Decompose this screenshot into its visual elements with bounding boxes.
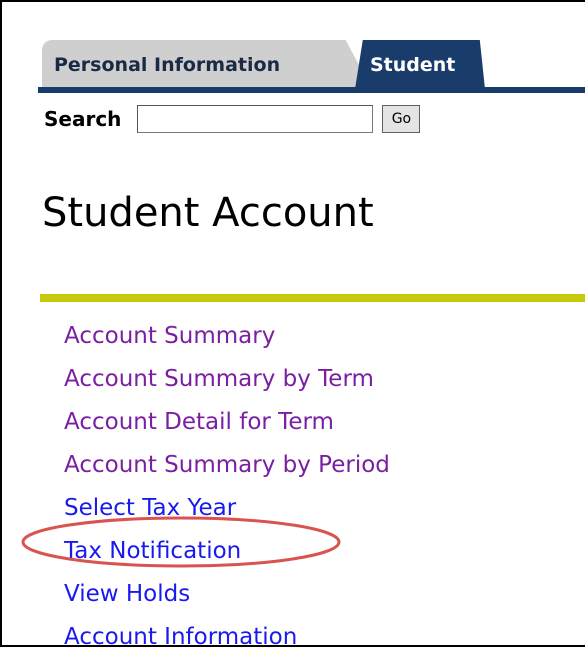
- link-view-holds[interactable]: View Holds: [64, 581, 190, 607]
- search-label: Search: [44, 107, 122, 131]
- tab-student[interactable]: Student: [355, 40, 485, 89]
- list-item: Account Summary: [64, 314, 390, 357]
- tab-personal-information[interactable]: Personal Information: [42, 40, 372, 89]
- link-account-information[interactable]: Account Information: [64, 624, 297, 646]
- search-input[interactable]: [137, 105, 374, 133]
- tab-label: Personal Information: [54, 53, 281, 76]
- go-button[interactable]: Go: [382, 105, 421, 133]
- browser-frame: Personal Information Student Search Go S…: [0, 0, 585, 647]
- page-title: Student Account: [42, 190, 374, 236]
- link-account-summary[interactable]: Account Summary: [64, 323, 275, 349]
- list-item: Account Summary by Term: [64, 357, 390, 400]
- link-select-tax-year[interactable]: Select Tax Year: [64, 495, 236, 521]
- list-item: Select Tax Year: [64, 486, 390, 529]
- list-item: Account Detail for Term: [64, 400, 390, 443]
- search-bar: Search Go: [44, 102, 421, 136]
- account-menu: Account Summary Account Summary by Term …: [64, 314, 390, 646]
- link-account-summary-by-term[interactable]: Account Summary by Term: [64, 366, 374, 392]
- link-account-summary-by-period[interactable]: Account Summary by Period: [64, 452, 390, 478]
- link-tax-notification[interactable]: Tax Notification: [64, 538, 241, 564]
- tab-underline: [38, 87, 585, 93]
- tab-bar: Personal Information Student: [2, 2, 585, 97]
- list-item: Account Summary by Period: [64, 443, 390, 486]
- section-divider: [40, 294, 585, 302]
- link-account-detail-for-term[interactable]: Account Detail for Term: [64, 409, 334, 435]
- list-item: Tax Notification: [64, 529, 390, 572]
- list-item: Account Information: [64, 615, 390, 646]
- tab-label: Student: [370, 53, 456, 76]
- list-item: View Holds: [64, 572, 390, 615]
